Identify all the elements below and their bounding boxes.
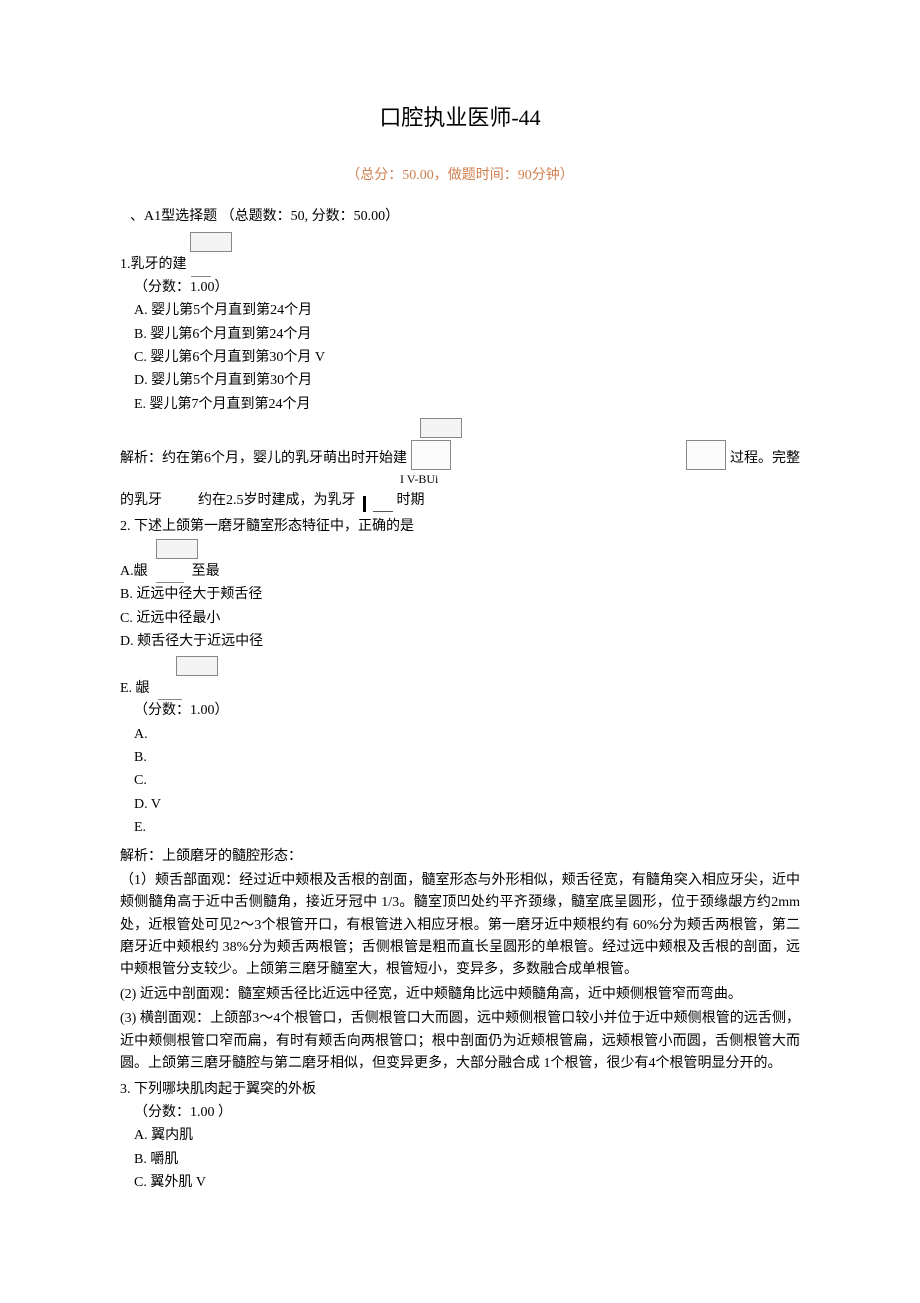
q1-analysis-text-left: 解析：约在第6个月，婴儿的乳牙萌出时开始建 (120, 448, 407, 470)
q2-option-e: E. 龈 (120, 678, 800, 700)
q2-option-a: A.龈 至最 (120, 561, 800, 583)
text-fragment: A.龈 (120, 561, 148, 583)
placeholder-icon (176, 656, 218, 676)
q3-option-a: A. 翼内肌 (134, 1125, 800, 1147)
q2-option-c: C. 近远中径最小 (120, 608, 800, 630)
blank-line (158, 687, 182, 700)
q3-option-c: C. 翼外肌 V (134, 1172, 800, 1194)
q2-analysis-p2: (2) 近远中剖面观：髓室颊舌径比近远中径宽，近中颊髓角比远中颊髓角高，近中颊侧… (120, 984, 800, 1006)
q2-option-b: B. 近远中径大于颊舌径 (120, 584, 800, 606)
section-header: 、A1型选择题 （总题数：50, 分数：50.00） (130, 206, 800, 228)
q3-option-b: B. 嚼肌 (134, 1149, 800, 1171)
q1-analysis-text-right: 过程。完整 (730, 448, 800, 470)
bar-icon (363, 496, 366, 512)
question-1: 1.乳牙的建 （分数：1.00） A. 婴儿第5个月直到第24个月 B. 婴儿第… (120, 232, 800, 512)
q2-option-d: D. 颊舌径大于近远中径 (120, 631, 800, 653)
q1-option-a: A. 婴儿第5个月直到第24个月 (134, 300, 800, 322)
blank-line (191, 262, 211, 277)
text-fragment: 约在2.5岁时建成，为乳牙 (198, 490, 356, 512)
q2-analysis-p1: （1）颊舌部面观：经过近中颊根及舌根的剖面，髓室形态与外形相似，颊舌径宽，有髓角… (120, 870, 800, 982)
placeholder-icon (156, 539, 198, 559)
q1-analysis-line2: 的乳牙 约在2.5岁时建成，为乳牙 时期 (120, 490, 800, 512)
text-fragment: 时期 (397, 490, 425, 512)
text-fragment: 的乳牙 (120, 490, 162, 512)
q1-analysis-line1: 解析：约在第6个月，婴儿的乳牙萌出时开始建 过程。完整 (120, 440, 800, 470)
blank-line (156, 570, 184, 583)
question-2: 2. 下述上颌第一磨牙髓室形态特征中，正确的是 A.龈 至最 B. 近远中径大于… (120, 516, 800, 1075)
document-page: 口腔执业医师-44 （总分：50.00，做题时间：90分钟） 、A1型选择题 （… (0, 0, 920, 1303)
placeholder-box (686, 440, 726, 470)
q2-analysis-head: 解析：上颌磨牙的髓腔形态： (120, 846, 800, 868)
blank-line (373, 499, 393, 512)
page-title: 口腔执业医师-44 (120, 100, 800, 135)
exam-meta: （总分：50.00，做题时间：90分钟） (120, 165, 800, 187)
q1-option-c: C. 婴儿第6个月直到第30个月 V (134, 347, 800, 369)
text-fragment: E. 龈 (120, 678, 150, 700)
placeholder-box (411, 440, 451, 470)
q1-option-e: E. 婴儿第7个月直到第24个月 (134, 394, 800, 416)
q1-score: （分数：1.00） (134, 277, 800, 299)
q2-answer-d: D. V (134, 794, 800, 816)
q1-option-d: D. 婴儿第5个月直到第30个月 (134, 370, 800, 392)
text-fragment: 至最 (192, 561, 220, 583)
q1-stem: 1.乳牙的建 (120, 254, 187, 276)
placeholder-icon (190, 232, 232, 252)
q2-answer-e: E. (134, 817, 800, 839)
q2-score: （分数：1.00） (134, 700, 800, 722)
q3-stem: 3. 下列哪块肌肉起于翼突的外板 (120, 1079, 800, 1101)
question-3: 3. 下列哪块肌肉起于翼突的外板 （分数：1.00 ） A. 翼内肌 B. 嚼肌… (120, 1079, 800, 1194)
q2-analysis-p3: (3) 横剖面观：上颌部3～4个根管口，舌侧根管口大而圆，远中颊侧根管口较小并位… (120, 1008, 800, 1075)
q1-option-b: B. 婴儿第6个月直到第24个月 (134, 324, 800, 346)
q3-score: （分数：1.00 ） (134, 1102, 800, 1124)
placeholder-icon (420, 418, 462, 438)
q2-answer-c: C. (134, 770, 800, 792)
q2-answer-a: A. (134, 724, 800, 746)
q1-mid-label: I V-BUi (400, 470, 800, 489)
q2-answer-b: B. (134, 747, 800, 769)
q2-stem: 2. 下述上颌第一磨牙髓室形态特征中，正确的是 (120, 516, 800, 538)
